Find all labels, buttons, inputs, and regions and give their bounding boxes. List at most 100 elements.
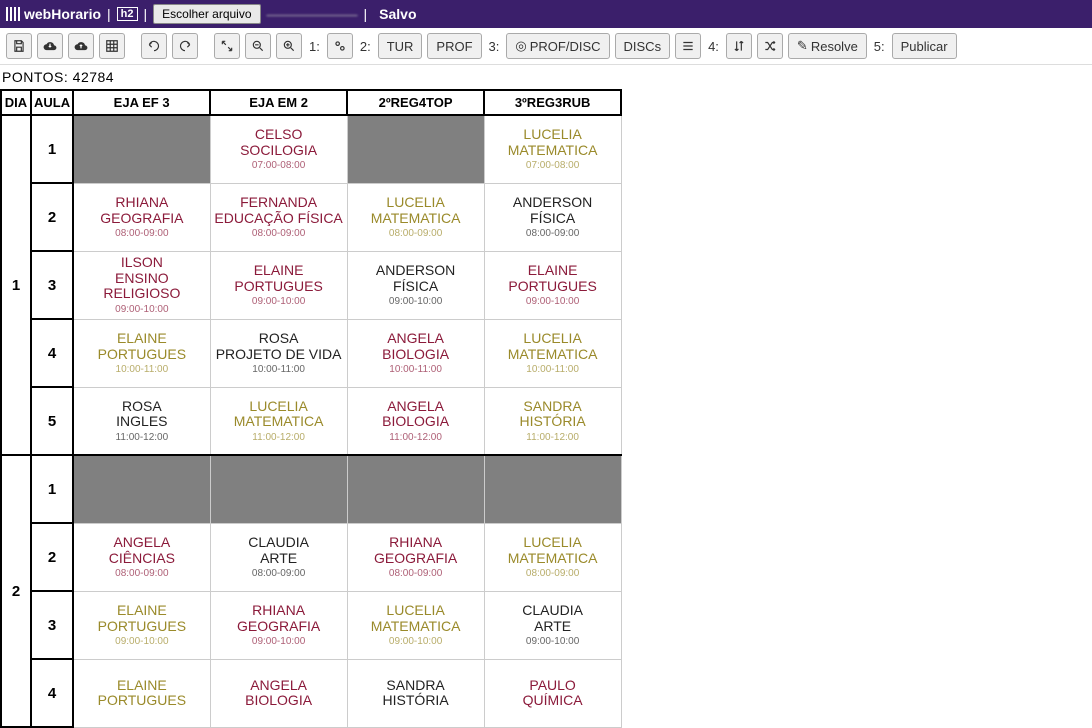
undo-icon <box>147 39 161 53</box>
slot-cell[interactable]: ELAINEPORTUGUES10:00-11:00 <box>73 319 210 387</box>
col-0[interactable]: EJA EF 3 <box>73 90 210 115</box>
slot-cell[interactable]: PAULOQUÍMICA <box>484 659 621 727</box>
dia-cell: 2 <box>1 455 31 727</box>
schedule-row: 5ROSAINGLES11:00-12:00LUCELIAMATEMATICA1… <box>1 387 621 455</box>
slot-cell[interactable]: ELAINEPORTUGUES09:00-10:00 <box>210 251 347 319</box>
redo-button[interactable] <box>172 33 198 59</box>
slot-cell[interactable] <box>73 115 210 183</box>
teacher-name: CELSO <box>213 127 345 142</box>
subject-name: HISTÓRIA <box>487 414 619 429</box>
prof-disc-button[interactable]: ◎PROF/DISC <box>506 33 609 59</box>
teacher-name: ANGELA <box>76 535 208 550</box>
separator: | <box>364 6 368 22</box>
grid-icon <box>105 39 119 53</box>
slot-cell[interactable]: ANDERSONFÍSICA08:00-09:00 <box>484 183 621 251</box>
discs-button[interactable]: DISCs <box>615 33 671 59</box>
slot-cell[interactable]: ELAINEPORTUGUES <box>73 659 210 727</box>
zoom-in-button[interactable] <box>276 33 302 59</box>
download-cloud-button[interactable] <box>37 33 63 59</box>
time-range: 07:00-08:00 <box>213 160 345 171</box>
header-row: DIA AULA EJA EF 3 EJA EM 2 2ºREG4TOP 3ºR… <box>1 90 621 115</box>
subject-name: PORTUGUES <box>213 279 345 294</box>
slot-cell[interactable]: RHIANAGEOGRAFIA08:00-09:00 <box>73 183 210 251</box>
time-range: 09:00-10:00 <box>76 304 208 315</box>
slot-cell[interactable] <box>210 455 347 523</box>
slot-cell[interactable]: SANDRAHISTÓRIA11:00-12:00 <box>484 387 621 455</box>
expand-button[interactable] <box>214 33 240 59</box>
subject-name: ARTE <box>213 551 345 566</box>
slot-cell[interactable]: ELAINEPORTUGUES09:00-10:00 <box>484 251 621 319</box>
tur-button[interactable]: TUR <box>378 33 423 59</box>
resolve-label: Resolve <box>811 39 858 54</box>
subject-name: GEOGRAFIA <box>213 619 345 634</box>
slot-cell[interactable]: RHIANAGEOGRAFIA09:00-10:00 <box>210 591 347 659</box>
teacher-name: CLAUDIA <box>487 603 619 618</box>
slot-cell[interactable]: RHIANAGEOGRAFIA08:00-09:00 <box>347 523 484 591</box>
prof-disc-label: PROF/DISC <box>530 39 601 54</box>
slot-cell[interactable] <box>73 455 210 523</box>
sort-button[interactable] <box>726 33 752 59</box>
subject-name: MATEMATICA <box>213 414 345 429</box>
points-label: PONTOS: <box>2 69 68 85</box>
slot-cell[interactable]: CELSOSOCILOGIA07:00-08:00 <box>210 115 347 183</box>
teacher-name: ANGELA <box>213 678 345 693</box>
teacher-name: LUCELIA <box>487 331 619 346</box>
settings-button[interactable] <box>327 33 353 59</box>
slot-cell[interactable]: ANGELABIOLOGIA11:00-12:00 <box>347 387 484 455</box>
time-range: 11:00-12:00 <box>350 432 482 443</box>
schedule-row: 11CELSOSOCILOGIA07:00-08:00LUCELIAMATEMA… <box>1 115 621 183</box>
subject-name: PORTUGUES <box>487 279 619 294</box>
group-4-label: 4: <box>708 39 719 54</box>
slot-cell[interactable]: LUCELIAMATEMATICA08:00-09:00 <box>347 183 484 251</box>
slot-cell[interactable]: LUCELIAMATEMATICA10:00-11:00 <box>484 319 621 387</box>
teacher-name: ELAINE <box>487 263 619 278</box>
slot-cell[interactable]: ELAINEPORTUGUES09:00-10:00 <box>73 591 210 659</box>
col-3[interactable]: 3ºREG3RUB <box>484 90 621 115</box>
time-range: 09:00-10:00 <box>350 296 482 307</box>
teacher-name: LUCELIA <box>487 127 619 142</box>
menu-button[interactable] <box>675 33 701 59</box>
save-icon-button[interactable] <box>6 33 32 59</box>
teacher-name: RHIANA <box>76 195 208 210</box>
zoom-out-icon <box>251 39 265 53</box>
schedule-row: 3ELAINEPORTUGUES09:00-10:00RHIANAGEOGRAF… <box>1 591 621 659</box>
col-2[interactable]: 2ºREG4TOP <box>347 90 484 115</box>
slot-cell[interactable]: ANDERSONFÍSICA09:00-10:00 <box>347 251 484 319</box>
slot-cell[interactable] <box>484 455 621 523</box>
slot-cell[interactable]: ANGELACIÊNCIAS08:00-09:00 <box>73 523 210 591</box>
teacher-name: ANDERSON <box>487 195 619 210</box>
slot-cell[interactable]: LUCELIAMATEMATICA09:00-10:00 <box>347 591 484 659</box>
col-1[interactable]: EJA EM 2 <box>210 90 347 115</box>
prof-button[interactable]: PROF <box>427 33 481 59</box>
teacher-name: CLAUDIA <box>213 535 345 550</box>
resolve-button[interactable]: ✎Resolve <box>788 33 867 59</box>
shuffle-button[interactable] <box>757 33 783 59</box>
slot-cell[interactable]: FERNANDAEDUCAÇÃO FÍSICA08:00-09:00 <box>210 183 347 251</box>
upload-cloud-button[interactable] <box>68 33 94 59</box>
teacher-name: ANDERSON <box>350 263 482 278</box>
slot-cell[interactable]: ROSAINGLES11:00-12:00 <box>73 387 210 455</box>
subject-name: GEOGRAFIA <box>76 211 208 226</box>
slot-cell[interactable]: ILSONENSINO RELIGIOSO09:00-10:00 <box>73 251 210 319</box>
slot-cell[interactable]: ANGELABIOLOGIA10:00-11:00 <box>347 319 484 387</box>
slot-cell[interactable]: SANDRAHISTÓRIA <box>347 659 484 727</box>
slot-cell[interactable] <box>347 455 484 523</box>
slot-cell[interactable] <box>347 115 484 183</box>
grid-button[interactable] <box>99 33 125 59</box>
slot-cell[interactable]: LUCELIAMATEMATICA11:00-12:00 <box>210 387 347 455</box>
choose-file-button[interactable]: Escolher arquivo <box>153 4 260 24</box>
slot-cell[interactable]: CLAUDIAARTE08:00-09:00 <box>210 523 347 591</box>
subject-name: GEOGRAFIA <box>350 551 482 566</box>
group-2-label: 2: <box>360 39 371 54</box>
slot-cell[interactable]: LUCELIAMATEMATICA07:00-08:00 <box>484 115 621 183</box>
aula-cell: 3 <box>31 251 73 319</box>
slot-cell[interactable]: ROSAPROJETO DE VIDA10:00-11:00 <box>210 319 347 387</box>
slot-cell[interactable]: ANGELABIOLOGIA <box>210 659 347 727</box>
slot-cell[interactable]: CLAUDIAARTE09:00-10:00 <box>484 591 621 659</box>
publish-button[interactable]: Publicar <box>892 33 957 59</box>
slot-cell[interactable]: LUCELIAMATEMATICA08:00-09:00 <box>484 523 621 591</box>
subject-name: PORTUGUES <box>76 347 208 362</box>
zoom-out-button[interactable] <box>245 33 271 59</box>
teacher-name: ILSON <box>76 255 208 270</box>
undo-button[interactable] <box>141 33 167 59</box>
